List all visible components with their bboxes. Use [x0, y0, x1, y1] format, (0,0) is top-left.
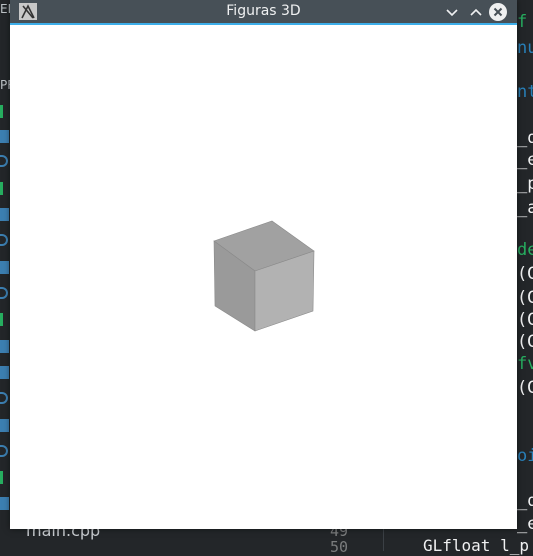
cube-render [213, 220, 315, 332]
code-fragment: (G [517, 310, 533, 330]
tree-marker [0, 340, 9, 353]
code-fragment: _d [517, 128, 533, 148]
tree-marker [0, 208, 9, 221]
title-bar[interactable]: Figuras 3D [10, 0, 517, 23]
app-window: Figuras 3D [10, 0, 517, 529]
code-fragment: oi [517, 446, 533, 466]
code-fragment: (G [517, 378, 533, 398]
code-fragment: (G [517, 264, 533, 284]
tree-marker [0, 471, 3, 484]
window-title: Figuras 3D [226, 3, 301, 19]
gl-canvas[interactable] [10, 25, 517, 529]
code-line: GLfloat l_p [423, 536, 529, 555]
tree-marker [0, 313, 3, 326]
tree-marker [0, 155, 8, 167]
maximize-button[interactable] [466, 2, 486, 22]
tree-marker [0, 130, 9, 143]
code-fragment: fv [517, 354, 533, 374]
code-fragment: nu [517, 38, 533, 58]
tree-marker [0, 366, 9, 379]
close-icon [489, 3, 507, 21]
chevron-up-icon [470, 8, 482, 16]
tree-marker [0, 445, 8, 457]
minimize-button[interactable] [442, 2, 462, 22]
code-fragment: _e [517, 514, 533, 534]
code-fragment: nt [517, 82, 533, 102]
code-fragment: _p [517, 174, 533, 194]
code-fragment: (G [517, 288, 533, 308]
code-fragment: f [517, 12, 528, 32]
close-button[interactable] [488, 2, 508, 22]
code-fragment: _d [517, 491, 533, 511]
tree-marker [0, 287, 8, 299]
code-fragment: _a [517, 198, 533, 218]
tree-marker [0, 234, 8, 246]
code-fragment: (G [517, 332, 533, 352]
tree-marker [0, 261, 9, 274]
tree-marker [0, 419, 9, 432]
chevron-down-icon [446, 9, 458, 17]
code-fragment: _e [517, 150, 533, 170]
line-number: 50 [330, 538, 349, 556]
tree-marker [0, 497, 9, 510]
tree-marker [0, 182, 3, 195]
tree-marker [0, 392, 8, 404]
tree-marker [0, 105, 3, 118]
code-fragment: de [517, 240, 533, 260]
